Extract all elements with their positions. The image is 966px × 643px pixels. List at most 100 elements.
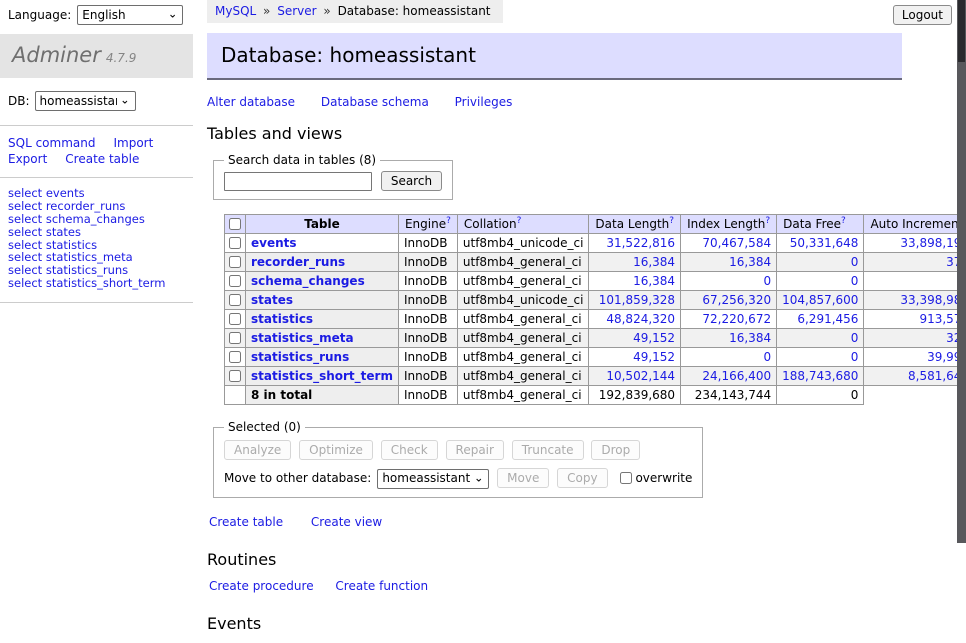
logout-button[interactable]: Logout <box>893 5 952 25</box>
index-length-cell: 67,256,320 <box>681 291 777 310</box>
row-checkbox[interactable] <box>229 294 241 306</box>
table-name-link[interactable]: states <box>251 293 293 307</box>
alter-database-link[interactable]: Alter database <box>207 95 295 109</box>
data-free-link[interactable]: 0 <box>851 274 859 288</box>
create-view-link[interactable]: Create view <box>311 515 382 529</box>
index-length-link[interactable]: 67,256,320 <box>702 293 771 307</box>
optimize-button[interactable]: Optimize <box>299 440 373 460</box>
sidebar-link-export[interactable]: Export <box>8 152 47 166</box>
row-checkbox[interactable] <box>229 313 241 325</box>
breadcrumb-link-mysql[interactable]: MySQL <box>215 4 256 18</box>
table-name-link[interactable]: statistics_runs <box>251 350 349 364</box>
index-length-link[interactable]: 16,384 <box>729 331 771 345</box>
help-link[interactable]: ? <box>765 216 770 226</box>
copy-button[interactable]: Copy <box>557 468 607 488</box>
table-row: schema_changesInnoDButf8mb4_general_ci16… <box>225 272 966 291</box>
scrollbar-thumb[interactable] <box>958 0 965 62</box>
select-all-checkbox[interactable] <box>229 218 241 230</box>
total-data-free-cell: 0 <box>777 386 864 405</box>
index-length-link[interactable]: 16,384 <box>729 255 771 269</box>
table-row: statistics_metaInnoDButf8mb4_general_ci4… <box>225 329 966 348</box>
row-checkbox[interactable] <box>229 237 241 249</box>
sidebar-item-select-statistics-short-term[interactable]: select statistics_short_term <box>8 276 165 290</box>
help-link[interactable]: ? <box>446 216 451 226</box>
sidebar-link-import[interactable]: Import <box>113 136 153 150</box>
privileges-link[interactable]: Privileges <box>455 95 513 109</box>
data-length-link[interactable]: 48,824,320 <box>606 312 675 326</box>
help-link[interactable]: ? <box>517 216 522 226</box>
column-header-auto-increment: Auto Increment? <box>864 215 966 234</box>
selected-legend: Selected (0) <box>224 420 305 434</box>
breadcrumb-link-server[interactable]: Server <box>277 4 316 18</box>
table-row: statesInnoDButf8mb4_unicode_ci101,859,32… <box>225 291 966 310</box>
row-checkbox[interactable] <box>229 351 241 363</box>
table-name-link[interactable]: recorder_runs <box>251 255 345 269</box>
data-free-cell: 104,857,600 <box>777 291 864 310</box>
create-procedure-link[interactable]: Create procedure <box>209 579 314 593</box>
data-free-link[interactable]: 0 <box>851 331 859 345</box>
database-schema-link[interactable]: Database schema <box>321 95 429 109</box>
row-checkbox[interactable] <box>229 370 241 382</box>
index-length-link[interactable]: 0 <box>763 274 771 288</box>
table-name-link[interactable]: schema_changes <box>251 274 365 288</box>
create-table-link[interactable]: Create table <box>209 515 283 529</box>
table-name-link[interactable]: statistics_meta <box>251 331 354 345</box>
engine-cell: InnoDB <box>398 272 457 291</box>
engine-cell: InnoDB <box>398 310 457 329</box>
create-function-link[interactable]: Create function <box>335 579 428 593</box>
table-name-link[interactable]: statistics <box>251 312 313 326</box>
analyze-button[interactable]: Analyze <box>224 440 291 460</box>
table-name-link[interactable]: statistics_short_term <box>251 369 393 383</box>
index-length-cell: 24,166,400 <box>681 367 777 386</box>
data-free-link[interactable]: 0 <box>851 255 859 269</box>
data-length-link[interactable]: 31,522,816 <box>606 236 675 250</box>
language-select[interactable]: English <box>77 5 183 25</box>
check-button[interactable]: Check <box>381 440 438 460</box>
truncate-button[interactable]: Truncate <box>512 440 584 460</box>
breadcrumb-current: Database: homeassistant <box>338 4 491 18</box>
help-link[interactable]: ? <box>669 216 674 226</box>
column-header-data-free: Data Free? <box>777 215 864 234</box>
main-content: MySQL » Server » Database: homeassistant… <box>193 0 966 643</box>
index-length-link[interactable]: 24,166,400 <box>702 369 771 383</box>
data-length-link[interactable]: 16,384 <box>633 255 675 269</box>
data-free-link[interactable]: 0 <box>851 350 859 364</box>
data-free-link[interactable]: 104,857,600 <box>782 293 858 307</box>
drop-button[interactable]: Drop <box>591 440 640 460</box>
data-free-link[interactable]: 50,331,648 <box>790 236 859 250</box>
data-length-link[interactable]: 10,502,144 <box>606 369 675 383</box>
data-free-link[interactable]: 6,291,456 <box>797 312 858 326</box>
db-select[interactable]: homeassistant <box>35 91 136 111</box>
sidebar-link-create-table[interactable]: Create table <box>65 152 139 166</box>
row-checkbox[interactable] <box>229 256 241 268</box>
row-checkbox[interactable] <box>229 275 241 287</box>
repair-button[interactable]: Repair <box>446 440 504 460</box>
table-row: statistics_runsInnoDButf8mb4_general_ci4… <box>225 348 966 367</box>
data-length-link[interactable]: 101,859,328 <box>599 293 675 307</box>
data-free-link[interactable]: 188,743,680 <box>782 369 858 383</box>
breadcrumb: MySQL » Server » Database: homeassistant <box>207 0 503 23</box>
search-input[interactable] <box>224 172 372 191</box>
data-length-link[interactable]: 49,152 <box>633 331 675 345</box>
data-length-cell: 101,859,328 <box>589 291 681 310</box>
auto-increment-cell: 33,398,984 <box>864 291 966 310</box>
vertical-scrollbar[interactable] <box>957 0 966 543</box>
index-length-link[interactable]: 0 <box>763 350 771 364</box>
move-button[interactable]: Move <box>497 468 549 488</box>
index-length-link[interactable]: 70,467,584 <box>702 236 771 250</box>
sidebar-link-sql-command[interactable]: SQL command <box>8 136 95 150</box>
help-link[interactable]: ? <box>841 216 846 226</box>
overwrite-checkbox[interactable] <box>620 472 632 484</box>
row-checkbox[interactable] <box>229 332 241 344</box>
auto-increment-cell: 325 <box>864 329 966 348</box>
data-length-link[interactable]: 16,384 <box>633 274 675 288</box>
move-database-select[interactable]: homeassistant <box>377 469 489 489</box>
search-button[interactable]: Search <box>381 171 442 191</box>
data-length-cell: 10,502,144 <box>589 367 681 386</box>
index-length-link[interactable]: 72,220,672 <box>702 312 771 326</box>
breadcrumb-separator: » <box>263 4 270 18</box>
data-length-cell: 49,152 <box>589 348 681 367</box>
table-name-link[interactable]: events <box>251 236 297 250</box>
header-checkbox-cell <box>225 215 246 234</box>
data-length-link[interactable]: 49,152 <box>633 350 675 364</box>
